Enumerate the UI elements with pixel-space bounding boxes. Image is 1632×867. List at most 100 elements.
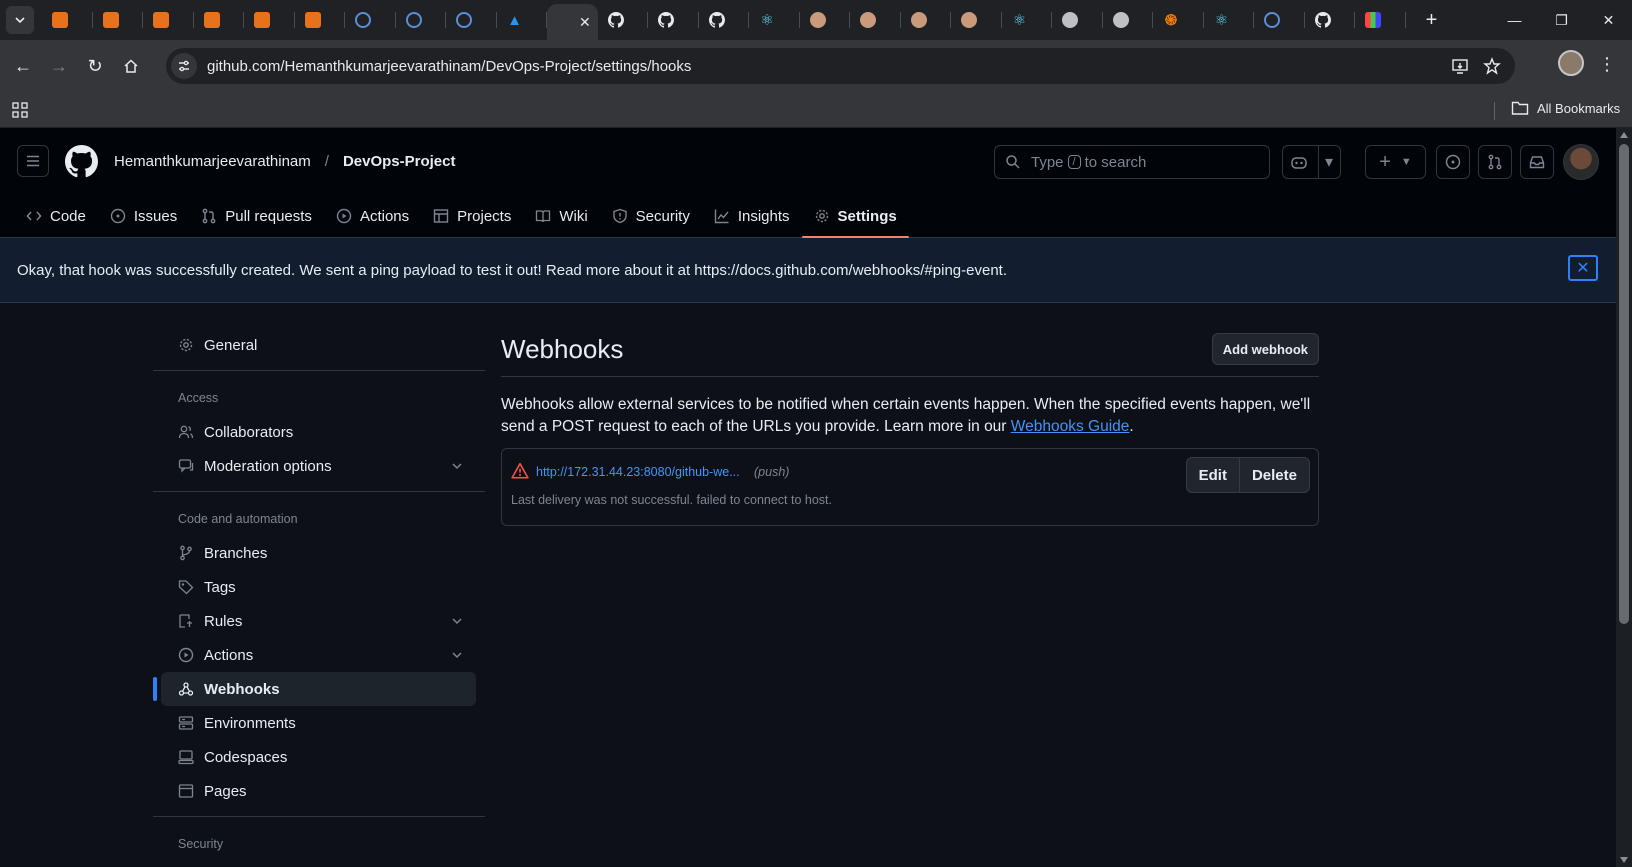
tab-issues[interactable]: Issues <box>98 194 189 238</box>
sidebar-item-pages[interactable]: Pages <box>161 774 476 808</box>
webhook-url-link[interactable]: http://172.31.44.23:8080/github-we... <box>536 465 740 479</box>
browser-tab[interactable] <box>1254 0 1305 40</box>
sidebar-item-label: Webhooks <box>204 680 280 698</box>
tab-security[interactable]: Security <box>600 194 702 238</box>
chevron-down-icon[interactable] <box>450 648 464 662</box>
browser-tab[interactable] <box>1305 0 1356 40</box>
webhooks-guide-link[interactable]: Webhooks Guide <box>1011 418 1130 435</box>
browser-tab[interactable] <box>850 0 901 40</box>
sidebar-item-webhooks[interactable]: Webhooks <box>153 672 476 706</box>
inbox-button[interactable] <box>1520 145 1554 179</box>
browser-tab[interactable] <box>699 0 750 40</box>
issue-icon <box>110 208 126 224</box>
browser-tab-active[interactable]: ✕ <box>547 4 598 40</box>
browser-tab[interactable] <box>1052 0 1103 40</box>
browser-menu-icon[interactable]: ⋮ <box>1598 54 1616 74</box>
tab-search-button[interactable] <box>6 6 34 34</box>
maximize-button[interactable]: ❐ <box>1538 0 1585 40</box>
browser-tab[interactable] <box>93 0 144 40</box>
profile-avatar[interactable] <box>1558 50 1584 76</box>
browser-tab[interactable] <box>446 0 497 40</box>
chevron-down-icon[interactable] <box>450 614 464 628</box>
browser-tab[interactable]: ⚛ <box>1204 0 1255 40</box>
browser-tab[interactable] <box>1355 0 1406 40</box>
chevron-down-icon[interactable]: ▾ <box>1317 146 1333 178</box>
copilot-button[interactable]: ▾ <box>1282 145 1341 179</box>
sidebar-item-branches[interactable]: Branches <box>161 536 476 570</box>
sidebar-item-environments[interactable]: Environments <box>161 706 476 740</box>
browser-tab[interactable] <box>1103 0 1154 40</box>
browser-tab[interactable] <box>244 0 295 40</box>
breadcrumb-separator: / <box>324 153 329 170</box>
scrollbar-thumb[interactable] <box>1619 144 1629 624</box>
tab-pull-requests[interactable]: Pull requests <box>189 194 324 238</box>
globe-icon <box>1062 12 1078 28</box>
all-bookmarks-button[interactable]: All Bookmarks <box>1511 100 1620 116</box>
tab-insights[interactable]: Insights <box>702 194 802 238</box>
apps-grid-icon[interactable] <box>12 102 28 118</box>
browser-tab[interactable] <box>951 0 1002 40</box>
close-icon[interactable]: ✕ <box>1568 255 1598 281</box>
site-info-icon[interactable] <box>171 53 197 79</box>
sidebar-item-actions[interactable]: Actions <box>161 638 476 672</box>
browser-tab[interactable] <box>396 0 447 40</box>
repo-name-link[interactable]: DevOps-Project <box>343 153 456 170</box>
sidebar-item-general[interactable]: General <box>161 328 476 362</box>
minimize-button[interactable]: — <box>1491 0 1538 40</box>
issues-button[interactable] <box>1436 145 1470 179</box>
window-controls: — ❐ ✕ <box>1491 0 1632 40</box>
browser-tab[interactable] <box>345 0 396 40</box>
browser-tab[interactable] <box>143 0 194 40</box>
home-button[interactable] <box>113 48 149 84</box>
tab-projects[interactable]: Projects <box>421 194 523 238</box>
chevron-down-icon[interactable] <box>450 459 464 473</box>
tab-settings[interactable]: Settings <box>801 194 909 238</box>
forward-button[interactable]: → <box>41 48 77 84</box>
browser-tab[interactable]: ⚛ <box>749 0 800 40</box>
browser-tab[interactable]: ⚛ <box>1002 0 1053 40</box>
sidebar-item-moderation-options[interactable]: Moderation options <box>161 449 476 483</box>
tab-code[interactable]: Code <box>14 194 98 238</box>
scroll-up-icon[interactable] <box>1620 132 1628 138</box>
reload-button[interactable]: ↻ <box>77 48 113 84</box>
sidebar-item-collaborators[interactable]: Collaborators <box>161 415 476 449</box>
browser-tab[interactable] <box>295 0 346 40</box>
tab-actions[interactable]: Actions <box>324 194 421 238</box>
active-tab <box>557 14 573 30</box>
close-tab-icon[interactable]: ✕ <box>579 14 591 31</box>
global-nav-menu-button[interactable] <box>17 145 49 177</box>
add-webhook-button[interactable]: Add webhook <box>1211 333 1319 365</box>
browser-tab[interactable] <box>194 0 245 40</box>
browser-tab[interactable] <box>800 0 851 40</box>
browser-tab[interactable] <box>598 0 649 40</box>
book-icon <box>535 208 551 224</box>
repo-owner-link[interactable]: Hemanthkumarjeevarathinam <box>114 153 311 170</box>
delete-button[interactable]: Delete <box>1238 458 1309 492</box>
browser-tab[interactable]: ▲ <box>497 0 548 40</box>
code-automation-list: Branches Tags Rules Actions Webhooks Environm… <box>153 536 485 808</box>
page-scrollbar[interactable] <box>1616 128 1632 867</box>
sidebar-item-codespaces[interactable]: Codespaces <box>161 740 476 774</box>
create-new-button[interactable]: + ▼ <box>1365 145 1426 179</box>
browser-icon <box>178 783 194 799</box>
github-logo-icon[interactable] <box>65 145 98 178</box>
sidebar-item-rules[interactable]: Rules <box>161 604 476 638</box>
browser-tab[interactable] <box>901 0 952 40</box>
close-window-button[interactable]: ✕ <box>1585 0 1632 40</box>
browser-tab[interactable]: ֍ <box>1153 0 1204 40</box>
tab-wiki[interactable]: Wiki <box>523 194 599 238</box>
install-app-icon[interactable] <box>1451 57 1469 75</box>
back-button[interactable]: ← <box>5 48 41 84</box>
edit-button[interactable]: Edit <box>1187 458 1239 492</box>
scroll-down-icon[interactable] <box>1620 857 1628 863</box>
search-input[interactable]: Type / to search <box>994 145 1270 179</box>
sidebar-item-tags[interactable]: Tags <box>161 570 476 604</box>
star-icon[interactable] <box>1483 57 1501 75</box>
browser-tab[interactable] <box>648 0 699 40</box>
new-tab-button[interactable]: + <box>1418 9 1446 32</box>
orange-square-icon <box>153 12 169 28</box>
pull-requests-button[interactable] <box>1478 145 1512 179</box>
user-avatar[interactable] <box>1563 144 1599 180</box>
browser-tab[interactable] <box>42 0 93 40</box>
address-bar[interactable]: github.com/Hemanthkumarjeevarathinam/Dev… <box>166 48 1515 84</box>
